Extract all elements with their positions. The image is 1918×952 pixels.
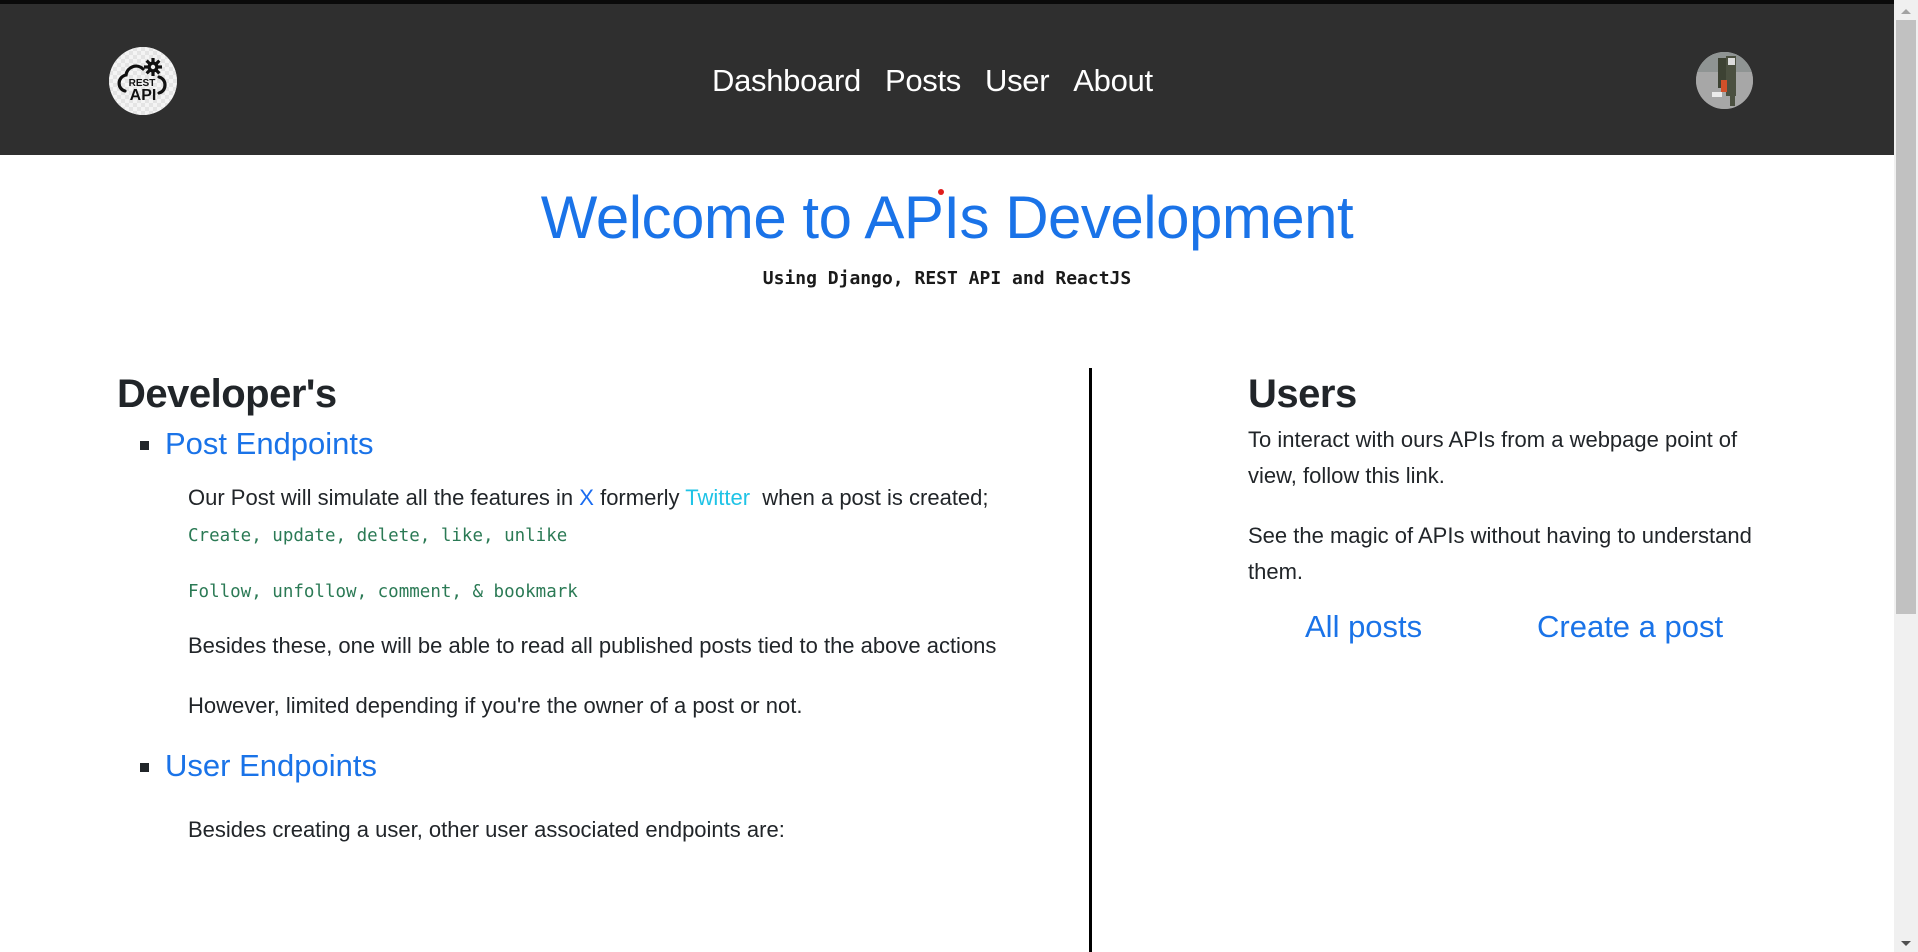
users-actions: All posts Create a post — [1248, 604, 1768, 652]
endpoint-item-user: User Endpoints Besides creating a user, … — [117, 744, 1017, 848]
users-intro-paragraph: To interact with ours APIs from a webpag… — [1248, 427, 1738, 488]
user-avatar-icon — [1696, 52, 1753, 109]
page-subtitle: Using Django, REST API and ReactJS — [762, 268, 1132, 289]
nav-posts[interactable]: Posts — [873, 58, 973, 104]
endpoint-item-post: Post Endpoints Our Post will simulate al… — [117, 422, 1017, 724]
nav-user[interactable]: User — [973, 58, 1061, 104]
scrollbar-thumb[interactable] — [1896, 20, 1916, 614]
developers-section: Developer's Post Endpoints Our Post will… — [117, 366, 1017, 848]
create-post-link[interactable]: Create a post — [1537, 604, 1723, 650]
scroll-down-arrow-icon[interactable] — [1894, 936, 1918, 952]
page-title: Welcome to APIs Development — [540, 184, 1354, 251]
x-link[interactable]: X — [579, 485, 594, 510]
intro-text: Our Post will simulate all the features … — [188, 485, 580, 510]
vertical-scrollbar[interactable] — [1894, 0, 1918, 952]
user-endpoints-description: Besides creating a user, other user asso… — [188, 788, 1017, 848]
scroll-up-arrow-icon[interactable] — [1894, 4, 1918, 20]
user-endpoints-link[interactable]: User Endpoints — [165, 744, 1017, 788]
rest-api-logo-icon: REST API — [109, 47, 177, 115]
user-endpoints-paragraph: Besides creating a user, other user asso… — [188, 817, 785, 842]
user-avatar[interactable] — [1696, 52, 1753, 109]
code-actions-line-2: Follow, unfollow, comment, & bookmark — [188, 582, 578, 602]
main-nav: Dashboard Posts User About — [700, 58, 1165, 104]
bullet-square-icon — [140, 441, 149, 450]
logo-link[interactable]: REST API — [109, 47, 177, 115]
svg-text:API: API — [130, 87, 157, 104]
post-endpoints-link[interactable]: Post Endpoints — [165, 422, 1017, 466]
post-intro-paragraph: Our Post will simulate all the features … — [188, 480, 1017, 516]
all-posts-link[interactable]: All posts — [1305, 604, 1422, 650]
twitter-link[interactable]: Twitter — [685, 485, 750, 510]
bullet-square-icon — [140, 763, 149, 772]
nav-about[interactable]: About — [1061, 58, 1165, 104]
developers-heading: Developer's — [117, 372, 337, 416]
read-posts-paragraph: Besides these, one will be able to read … — [188, 633, 997, 658]
users-heading: Users — [1248, 372, 1357, 416]
nav-dashboard[interactable]: Dashboard — [700, 58, 873, 104]
intro-text: when a post is created; — [750, 485, 989, 510]
post-endpoints-description: Our Post will simulate all the features … — [188, 466, 1017, 724]
code-actions-line-1: Create, update, delete, like, unlike — [188, 526, 568, 546]
users-magic-paragraph: See the magic of APIs without having to … — [1248, 523, 1752, 584]
endpoint-list: Post Endpoints Our Post will simulate al… — [117, 422, 1017, 848]
intro-text: formerly — [593, 485, 686, 510]
owner-limit-paragraph: However, limited depending if you're the… — [188, 693, 803, 718]
users-section: Users To interact with ours APIs from a … — [1248, 366, 1768, 652]
mouse-cursor-dot — [938, 189, 944, 195]
column-divider — [1089, 368, 1092, 952]
